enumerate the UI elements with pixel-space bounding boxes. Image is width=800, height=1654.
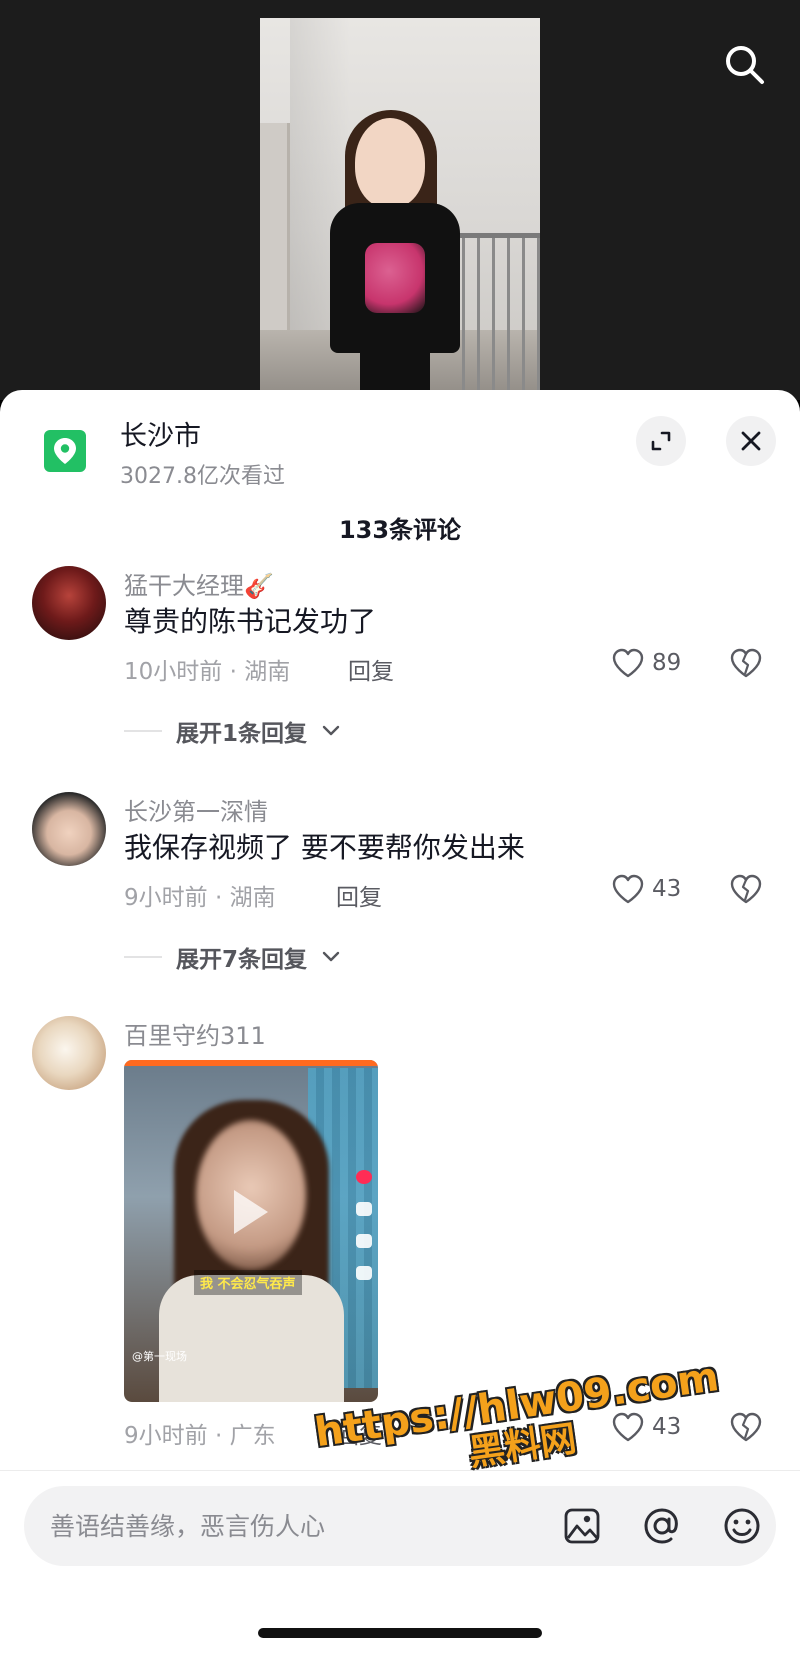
broken-heart-icon (730, 1412, 762, 1442)
expand-icon (651, 431, 671, 451)
thumbnail-topbar (124, 1060, 378, 1066)
mention-button[interactable] (640, 1504, 684, 1548)
close-icon (741, 431, 761, 451)
emoji-button[interactable] (720, 1504, 764, 1548)
location-header[interactable]: 长沙市 3027.8亿次看过 (0, 390, 800, 500)
thumbnail-subtitle: 我 不会忍气吞声 (194, 1270, 302, 1295)
person-head (355, 118, 425, 208)
comment-item: 长沙第一深情 我保存视频了 要不要帮你发出来 9小时前 · 湖南 回复 43 展… (0, 786, 800, 986)
comment-composer[interactable] (24, 1486, 776, 1566)
comment-meta: 9小时前 · 湖南 (124, 885, 276, 911)
expand-divider (124, 730, 162, 732)
comment-video-thumbnail[interactable]: 我 不会忍气吞声 @第一现场 (124, 1060, 378, 1402)
dislike-button[interactable] (730, 1412, 762, 1446)
video-player[interactable] (0, 0, 800, 400)
stair-railing (450, 233, 540, 400)
broken-heart-icon (730, 648, 762, 678)
dislike-button[interactable] (730, 648, 762, 682)
comment-text[interactable]: 我保存视频了 要不要帮你发出来 (124, 826, 525, 866)
dislike-button[interactable] (730, 874, 762, 908)
comment-username[interactable]: 猛干大经理🎸 (124, 566, 274, 601)
star-icon (356, 1234, 372, 1248)
expand-divider (124, 956, 162, 958)
share-icon (356, 1266, 372, 1280)
expand-replies-label: 展开1条回复 (176, 721, 308, 747)
comment-meta: 10小时前 · 湖南 (124, 659, 291, 685)
chevron-down-icon (322, 725, 340, 736)
expand-replies-label: 展开7条回复 (176, 947, 308, 973)
play-icon[interactable] (234, 1190, 268, 1234)
expand-replies-button[interactable]: 展开7条回复 (124, 940, 341, 974)
door (260, 123, 290, 333)
comment-meta: 9小时前 · 广东 (124, 1423, 276, 1449)
location-title[interactable]: 长沙市 (120, 414, 201, 453)
comment-input[interactable] (50, 1504, 510, 1548)
image-icon (564, 1508, 600, 1544)
thumbnail-handle: @第一现场 (132, 1350, 187, 1363)
home-indicator[interactable] (258, 1628, 542, 1638)
heart-icon (612, 874, 644, 904)
thumbnail-side-icons (356, 1170, 372, 1280)
comment-username[interactable]: 长沙第一深情 (124, 792, 268, 827)
search-icon (726, 46, 764, 84)
comment-text[interactable]: 尊贵的陈书记发功了 (124, 600, 376, 640)
comment-count-title: 133条评论 (338, 516, 462, 544)
reply-button[interactable]: 回复 (348, 652, 394, 686)
close-button[interactable] (726, 416, 776, 466)
reply-button[interactable]: 回复 (336, 878, 382, 912)
comment-username[interactable]: 百里守约311 (124, 1016, 266, 1051)
emoji-icon (724, 1508, 760, 1544)
video-frame[interactable] (260, 18, 540, 400)
comment-item: 猛干大经理🎸 尊贵的陈书记发功了 10小时前 · 湖南 回复 89 展开1条回复 (0, 560, 800, 760)
location-pin-icon (54, 438, 76, 464)
shirt-print (365, 243, 425, 313)
avatar[interactable] (32, 1016, 106, 1090)
like-count: 43 (652, 876, 682, 902)
broken-heart-icon (730, 874, 762, 904)
search-button[interactable] (720, 40, 768, 88)
image-button[interactable] (560, 1504, 604, 1548)
location-view-count: 3027.8亿次看过 (120, 464, 285, 489)
avatar[interactable] (32, 792, 106, 866)
location-badge (44, 430, 86, 472)
at-icon (644, 1508, 678, 1544)
chevron-down-icon (322, 951, 340, 962)
heart-icon (356, 1170, 372, 1184)
like-button[interactable]: 43 (612, 874, 681, 904)
expand-sheet-button[interactable] (636, 416, 686, 466)
heart-icon (612, 648, 644, 678)
like-button[interactable]: 89 (612, 648, 681, 678)
like-count: 89 (652, 650, 682, 676)
expand-replies-button[interactable]: 展开1条回复 (124, 714, 341, 748)
comment-icon (356, 1202, 372, 1216)
avatar[interactable] (32, 566, 106, 640)
